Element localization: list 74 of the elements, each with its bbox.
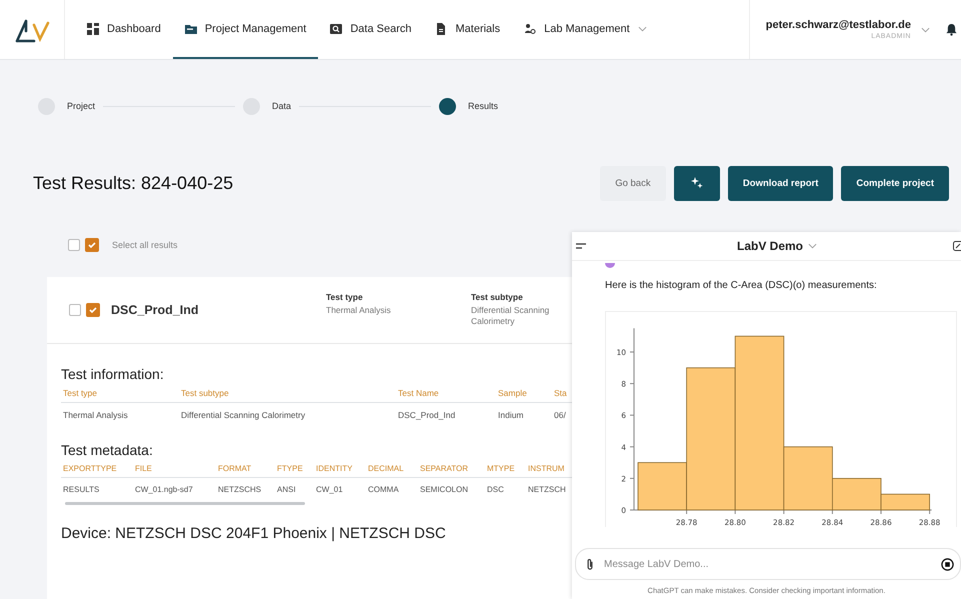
edit-icon[interactable] (953, 241, 961, 251)
table-cell: CW_01 (314, 478, 366, 498)
stop-icon[interactable] (941, 558, 954, 570)
device-title: Device: NETZSCH DSC 204F1 Phoenix | NETZSCH DSC (61, 525, 446, 542)
column-header: EXPORTTYPE (61, 462, 133, 478)
table-cell: Thermal Analysis (61, 402, 179, 424)
table-cell: NETZSCHS (216, 478, 275, 498)
table-cell: SEMICOLON (418, 478, 485, 498)
check-icon (88, 305, 98, 315)
step-label: Data (272, 101, 292, 111)
grid-icon (87, 22, 99, 34)
table-cell: Indium (496, 402, 552, 424)
ai-button[interactable] (674, 166, 720, 200)
message-text-input[interactable]: Message LabV Demo... (602, 558, 933, 570)
chat-message: Here is the histogram of the C-Area (DSC)(o) measurements: (605, 280, 878, 291)
column-header: FORMAT (216, 462, 275, 478)
table-cell: 06/ (552, 402, 576, 424)
logo-icon (14, 16, 50, 42)
table-cell: DSC (485, 478, 526, 498)
chat-title[interactable]: LabV Demo (737, 239, 804, 253)
field-value: Differential Scanning Calorimetry (471, 305, 550, 328)
nav-tab[interactable]: Lab Management (512, 0, 659, 59)
field-label: Test type (326, 292, 364, 302)
column-header: FTYPE (275, 462, 314, 478)
people-icon (524, 22, 536, 34)
section-title: Test metadata: (61, 442, 153, 458)
check-icon (87, 240, 97, 250)
table-cell: COMMA (366, 478, 418, 498)
table-cell: NETZSCH (526, 478, 572, 498)
action-button[interactable]: Complete project (841, 166, 949, 200)
nav-tab[interactable]: Materials (423, 0, 512, 59)
nav-tab[interactable]: Project Management (172, 0, 318, 59)
table-cell: ANSI (275, 478, 314, 498)
column-header: IDENTITY (314, 462, 366, 478)
column-header: SEPARATOR (418, 462, 485, 478)
avatar-icon (605, 263, 615, 268)
table-cell: CW_01.ngb-sd7 (133, 478, 216, 498)
chevron-icon (808, 243, 818, 249)
step-label: Project (67, 101, 96, 111)
chevron-icon (921, 26, 930, 32)
checkbox[interactable] (86, 303, 100, 317)
bell-icon[interactable] (946, 23, 957, 36)
select-all-label: Select all results (112, 240, 178, 250)
search-icon (330, 22, 342, 34)
column-header: DECIMAL (366, 462, 418, 478)
field-value: Thermal Analysis (326, 305, 392, 316)
page-title: Test Results: 824-040-25 (33, 172, 234, 194)
action-button[interactable]: Download report (728, 166, 834, 200)
column-header: MTYPE (485, 462, 526, 478)
message-input[interactable]: Message LabV Demo... (575, 548, 961, 580)
column-header: FILE (133, 462, 216, 478)
checkbox[interactable] (69, 304, 81, 316)
menu-icon[interactable] (576, 243, 586, 249)
scrollbar[interactable] (65, 502, 305, 505)
table-cell: Differential Scanning Calorimetry (179, 402, 396, 424)
section-title: Test information: (61, 366, 164, 382)
table-cell: RESULTS (61, 478, 133, 498)
nav-tab[interactable]: Data Search (318, 0, 424, 59)
checkbox[interactable] (68, 239, 80, 251)
result-name: DSC_Prod_Ind (111, 303, 200, 317)
paperclip-icon[interactable] (586, 558, 594, 570)
column-header: Sample (496, 386, 552, 402)
column-header: Test type (61, 386, 179, 402)
step-label: Results (468, 101, 498, 111)
checkbox[interactable] (85, 238, 99, 252)
go-back-button[interactable]: Go back (600, 166, 666, 200)
nav-tab[interactable]: Dashboard (75, 0, 173, 59)
sparkle-icon (690, 176, 704, 190)
column-header: Test Name (396, 386, 496, 402)
field-label: Test subtype (471, 292, 524, 302)
document-icon (435, 22, 448, 34)
folder-icon (184, 22, 197, 34)
column-header: Test subtype (179, 386, 396, 402)
table-cell: DSC_Prod_Ind (396, 402, 496, 424)
